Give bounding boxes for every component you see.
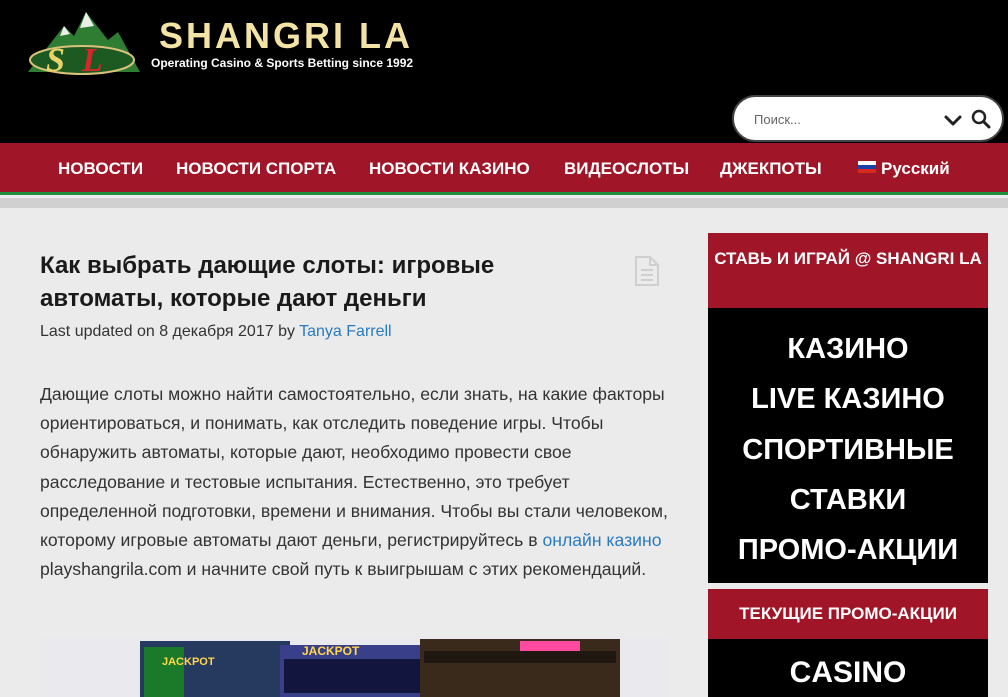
document-icon bbox=[635, 256, 659, 286]
brand-title: SHANGRI LA bbox=[159, 15, 413, 56]
promo-link-casino[interactable]: КАЗИНО bbox=[708, 324, 988, 374]
russian-flag-icon bbox=[858, 161, 876, 173]
search-box bbox=[732, 95, 1004, 142]
author-link[interactable]: Tanya Farrell bbox=[299, 323, 391, 340]
nav-item-video-slots[interactable]: ВИДЕОСЛОТЫ bbox=[564, 159, 689, 179]
promo-links: КАЗИНО LIVE КАЗИНО СПОРТИВНЫЕ СТАВКИ ПРО… bbox=[708, 308, 988, 583]
nav-item-casino-news[interactable]: НОВОСТИ КАЗИНО bbox=[369, 159, 530, 179]
article-title: Как выбрать дающие слоты: игровые автома… bbox=[40, 252, 495, 312]
svg-text:L: L bbox=[81, 42, 103, 76]
language-label: Русский bbox=[881, 159, 950, 178]
article-meta-text: Last updated on 8 декабря 2017 by bbox=[40, 323, 300, 340]
image-label-jackpot-2: JACKPOT bbox=[302, 644, 360, 658]
promo-link-promotions[interactable]: ПРОМО-АКЦИИ bbox=[708, 525, 988, 575]
nav-item-sports-news[interactable]: НОВОСТИ СПОРТА bbox=[176, 159, 336, 179]
body-text-start: Дающие слоты можно найти самостоятельно,… bbox=[40, 384, 668, 551]
search-input[interactable] bbox=[754, 108, 934, 130]
current-promo-casino[interactable]: CASINO bbox=[708, 639, 988, 691]
image-label-jackpot-1: JACKPOT bbox=[162, 656, 215, 668]
online-casino-link[interactable]: онлайн казино bbox=[542, 530, 661, 550]
body-text-end: playshangrila.com и начните свой путь к … bbox=[40, 559, 647, 580]
logo-emblem-icon: S L bbox=[28, 12, 140, 76]
slot-machines-illustration: JACKPOT JACKPOT bbox=[40, 637, 668, 697]
nav-item-language[interactable]: Русский bbox=[858, 159, 950, 179]
site-logo[interactable]: S L SHANGRI LA Operating Casino & Sports… bbox=[24, 8, 434, 78]
svg-text:S: S bbox=[46, 42, 65, 76]
promo-heading: СТАВЬ И ИГРАЙ @ SHANGRI LA bbox=[708, 233, 988, 308]
current-promos-box: CASINO bbox=[708, 639, 988, 697]
site-header: S L SHANGRI LA Operating Casino & Sports… bbox=[0, 0, 1008, 143]
brand-tagline: Operating Casino & Sports Betting since … bbox=[151, 56, 414, 70]
search-icon[interactable] bbox=[970, 108, 992, 130]
article: Как выбрать дающие слоты: игровые автома… bbox=[0, 208, 700, 697]
nav-item-jackpots[interactable]: ДЖЕКПОТЫ bbox=[720, 159, 822, 179]
main-nav: НОВОСТИ НОВОСТИ СПОРТА НОВОСТИ КАЗИНО ВИ… bbox=[0, 143, 1008, 195]
article-body: Дающие слоты можно найти самостоятельно,… bbox=[40, 380, 672, 584]
promo-link-live-casino[interactable]: LIVE КАЗИНО bbox=[708, 374, 988, 424]
article-image: JACKPOT JACKPOT bbox=[40, 637, 668, 697]
nav-divider bbox=[0, 198, 1008, 208]
article-meta: Last updated on 8 декабря 2017 by Tanya … bbox=[40, 322, 392, 342]
promo-link-sports-betting[interactable]: СПОРТИВНЫЕ СТАВКИ bbox=[708, 425, 988, 526]
current-promos-heading: ТЕКУЩИЕ ПРОМО-АКЦИИ bbox=[708, 589, 988, 639]
nav-item-news[interactable]: НОВОСТИ bbox=[58, 159, 143, 179]
chevron-down-icon[interactable] bbox=[942, 109, 964, 131]
